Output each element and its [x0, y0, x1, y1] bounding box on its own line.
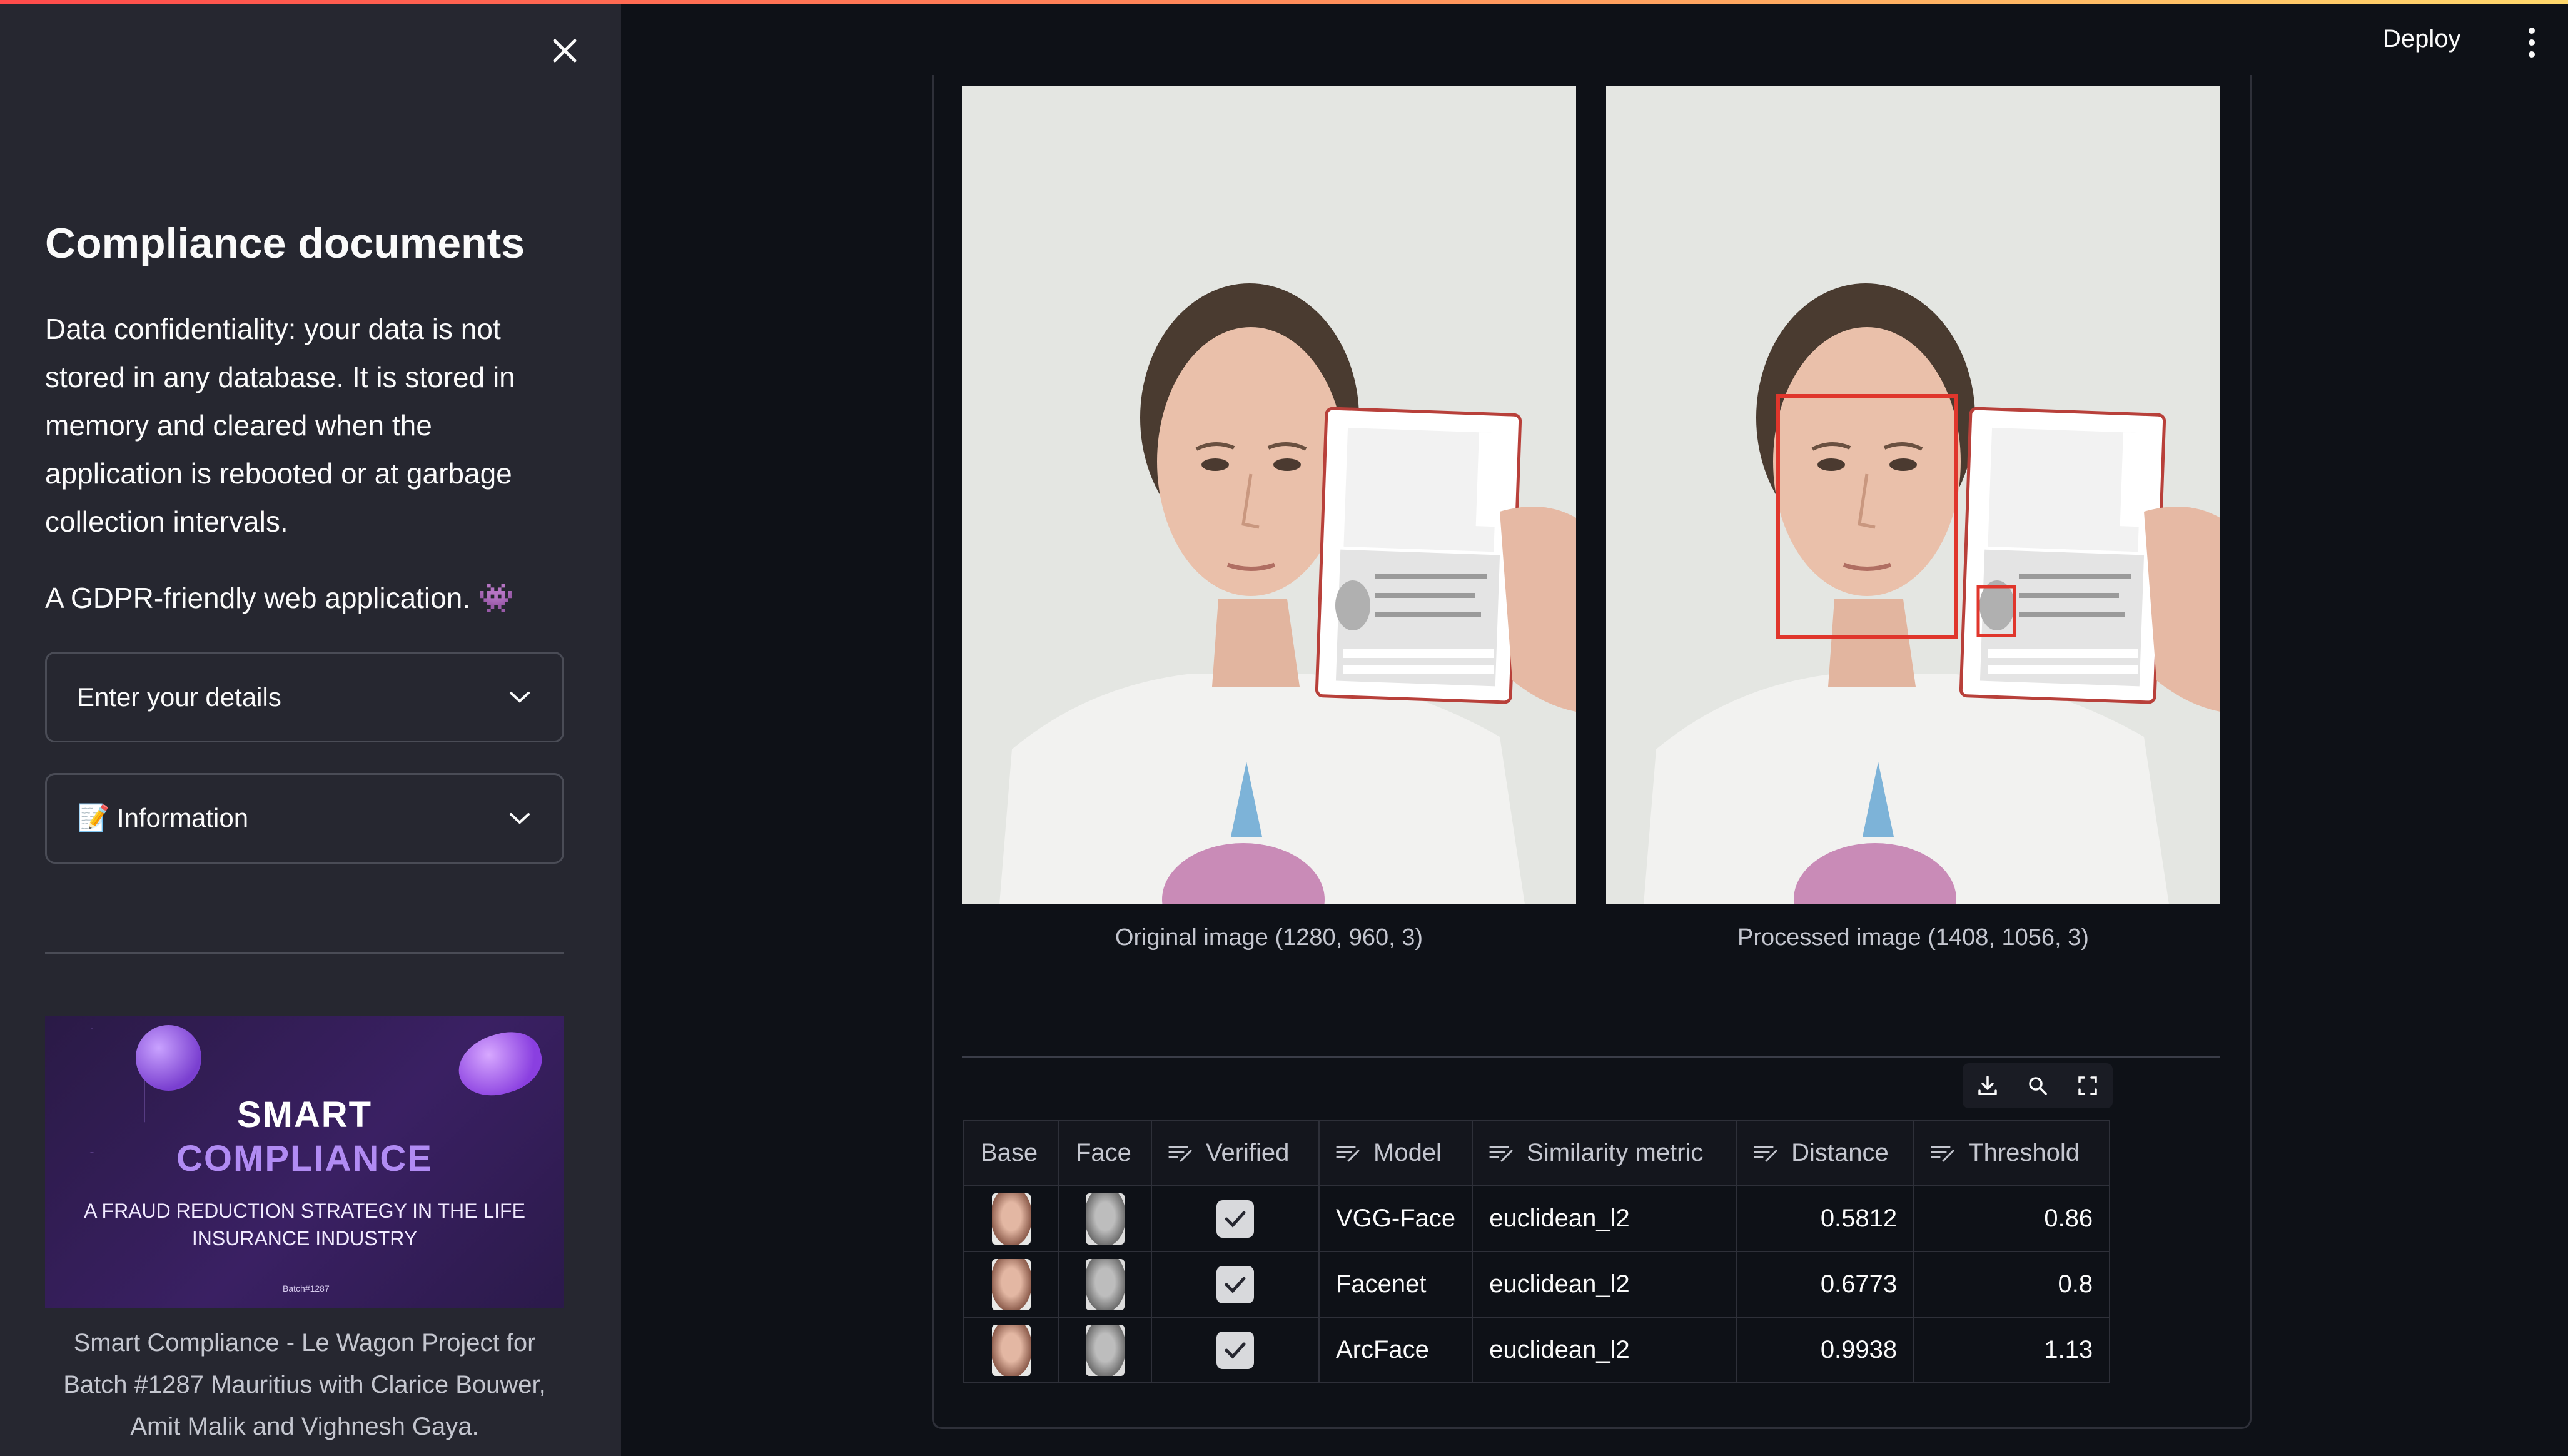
close-icon — [553, 39, 577, 63]
text-column-icon — [1336, 1146, 1360, 1161]
metric-cell[interactable]: euclidean_l2 — [1472, 1317, 1738, 1383]
face-thumbnail-cell[interactable] — [1058, 1317, 1152, 1383]
base-thumbnail-cell[interactable] — [963, 1185, 1059, 1252]
gdpr-text: A GDPR-friendly web application. 👾 — [45, 582, 515, 614]
smart-compliance-banner: SMART COMPLIANCE A FRAUD REDUCTION STRAT… — [45, 1016, 564, 1308]
model-cell[interactable]: Facenet — [1318, 1251, 1474, 1318]
processed-image — [1606, 86, 2220, 904]
table-toolbar — [1963, 1063, 2113, 1108]
confidentiality-text: Data confidentiality: your data is not s… — [45, 313, 515, 538]
orb-decoration — [452, 1024, 548, 1104]
threshold-cell[interactable]: 0.8 — [1913, 1251, 2111, 1318]
close-sidebar-button[interactable] — [543, 29, 587, 73]
expander-information[interactable]: 📝 Information — [45, 773, 564, 864]
banner-caption: Smart Compliance - Le Wagon Project for … — [63, 1329, 546, 1440]
threshold-cell[interactable]: 1.13 — [1913, 1317, 2111, 1383]
threshold-cell[interactable]: 0.86 — [1913, 1185, 2111, 1252]
menu-dot-icon — [2529, 51, 2535, 58]
column-header-face[interactable]: Face — [1058, 1120, 1152, 1186]
checkbox-checked-icon — [1216, 1265, 1254, 1303]
banner-title-line2: COMPLIANCE — [176, 1138, 433, 1179]
metric-cell[interactable]: euclidean_l2 — [1472, 1251, 1738, 1318]
text-column-icon — [1168, 1146, 1192, 1161]
search-button[interactable] — [2021, 1069, 2054, 1102]
base-thumbnail-cell[interactable] — [963, 1251, 1059, 1318]
distance-cell[interactable]: 0.6773 — [1736, 1251, 1915, 1318]
original-image-caption: Original image (1280, 960, 3) — [1115, 924, 1423, 951]
distance-cell[interactable]: 0.9938 — [1736, 1317, 1915, 1383]
sidebar-divider — [45, 952, 564, 954]
app-top-decoration — [0, 0, 2568, 4]
face-thumbnail-cell[interactable] — [1058, 1251, 1152, 1318]
table-header-row: Base Face Verified Model Similarity metr… — [963, 1120, 2111, 1186]
detected-face-thumbnail — [1086, 1324, 1125, 1376]
verified-cell[interactable] — [1151, 1317, 1320, 1383]
table-row[interactable]: Facenet euclidean_l2 0.6773 0.8 — [963, 1251, 2111, 1318]
expander-enter-details[interactable]: Enter your details — [45, 652, 564, 742]
results-table[interactable]: Base Face Verified Model Similarity metr… — [963, 1120, 2111, 1383]
column-header-verified[interactable]: Verified — [1151, 1120, 1320, 1186]
detected-face-thumbnail — [1086, 1258, 1125, 1310]
verified-cell[interactable] — [1151, 1185, 1320, 1252]
original-image — [962, 86, 1576, 904]
column-header-model[interactable]: Model — [1318, 1120, 1474, 1186]
fullscreen-icon — [2078, 1076, 2097, 1095]
table-row[interactable]: VGG-Face euclidean_l2 0.5812 0.86 — [963, 1185, 2111, 1252]
verified-cell[interactable] — [1151, 1251, 1320, 1318]
download-button[interactable] — [1971, 1069, 2004, 1102]
fullscreen-button[interactable] — [2071, 1069, 2104, 1102]
expander-label: 📝 Information — [77, 803, 249, 832]
face-thumbnail-cell[interactable] — [1058, 1185, 1152, 1252]
search-icon — [2029, 1077, 2047, 1095]
base-face-thumbnail — [992, 1193, 1031, 1245]
text-column-icon — [1754, 1146, 1777, 1161]
download-icon — [1978, 1076, 1997, 1095]
column-header-base[interactable]: Base — [963, 1120, 1059, 1186]
banner-subtitle: A FRAUD REDUCTION STRATEGY IN THE LIFE I… — [84, 1200, 525, 1250]
detected-face-thumbnail — [1086, 1193, 1125, 1245]
model-cell[interactable]: ArcFace — [1318, 1317, 1474, 1383]
column-header-similarity-metric[interactable]: Similarity metric — [1472, 1120, 1738, 1186]
column-header-distance[interactable]: Distance — [1736, 1120, 1915, 1186]
processed-selfie-illustration — [1606, 86, 2220, 904]
base-face-thumbnail — [992, 1258, 1031, 1310]
orb-decoration — [136, 1025, 201, 1091]
column-header-threshold[interactable]: Threshold — [1913, 1120, 2111, 1186]
selfie-illustration — [962, 86, 1576, 904]
distance-cell[interactable]: 0.5812 — [1736, 1185, 1915, 1252]
model-cell[interactable]: VGG-Face — [1318, 1185, 1474, 1252]
deploy-button[interactable]: Deploy — [2383, 25, 2461, 53]
sidebar-title: Compliance documents — [45, 220, 525, 267]
menu-dot-icon — [2529, 39, 2535, 46]
chevron-down-icon — [507, 685, 532, 710]
base-thumbnail-cell[interactable] — [963, 1317, 1059, 1383]
menu-dot-icon — [2529, 28, 2535, 34]
main-menu-button[interactable] — [2519, 24, 2544, 61]
expander-label: Enter your details — [77, 682, 281, 712]
metric-cell[interactable]: euclidean_l2 — [1472, 1185, 1738, 1252]
banner-batch: Batch#1287 — [283, 1283, 330, 1293]
base-face-thumbnail — [992, 1324, 1031, 1376]
text-column-icon — [1489, 1146, 1513, 1161]
checkbox-checked-icon — [1216, 1331, 1254, 1369]
main-divider — [962, 1056, 2220, 1058]
chevron-down-icon — [507, 806, 532, 831]
processed-image-caption: Processed image (1408, 1056, 3) — [1737, 924, 2089, 951]
sidebar: Compliance documents Data confidentialit… — [0, 0, 621, 1456]
banner-title-line1: SMART — [236, 1095, 373, 1135]
text-column-icon — [1931, 1146, 1954, 1161]
table-row[interactable]: ArcFace euclidean_l2 0.9938 1.13 — [963, 1317, 2111, 1383]
checkbox-checked-icon — [1216, 1200, 1254, 1238]
